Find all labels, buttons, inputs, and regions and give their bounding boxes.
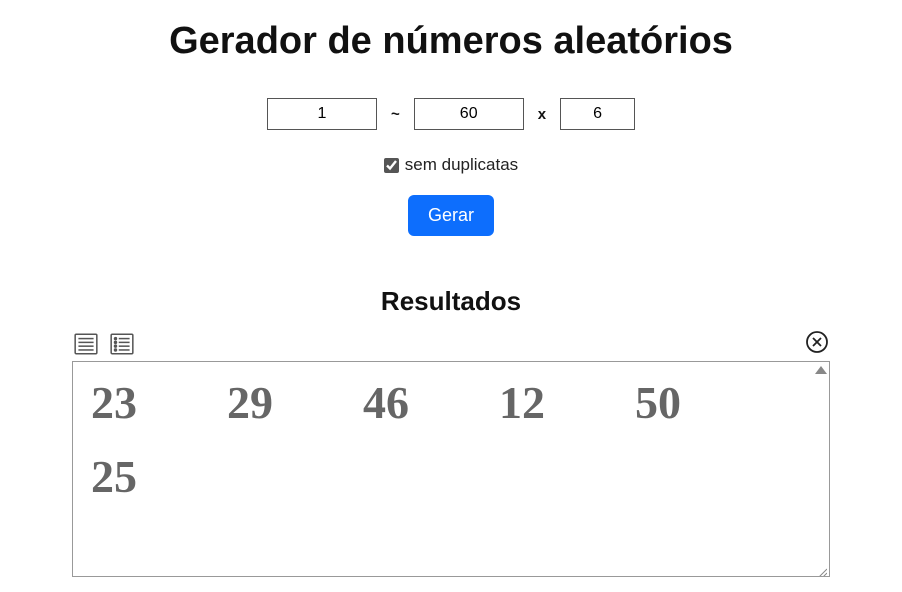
- numbers-grid: 23 29 46 12 50 25: [91, 380, 804, 500]
- close-icon[interactable]: [804, 329, 830, 355]
- result-number: 46: [363, 380, 409, 426]
- result-number: 23: [91, 380, 137, 426]
- range-separator: ~: [387, 106, 404, 123]
- result-number: 50: [635, 380, 681, 426]
- result-number: 29: [227, 380, 273, 426]
- result-number: 25: [91, 454, 137, 500]
- page-title: Gerador de números aleatórios: [10, 20, 892, 63]
- view-list-icon[interactable]: [108, 331, 136, 357]
- button-row: Gerar: [10, 195, 892, 236]
- results-toolbar: [10, 329, 892, 359]
- range-controls: ~ x: [10, 98, 892, 130]
- min-input[interactable]: [267, 98, 377, 130]
- generate-button[interactable]: Gerar: [408, 195, 494, 236]
- no-duplicates-row: sem duplicatas: [10, 155, 892, 175]
- count-separator: x: [534, 106, 550, 123]
- no-duplicates-checkbox[interactable]: [384, 158, 399, 173]
- scroll-up-icon[interactable]: [815, 366, 827, 374]
- results-box: 23 29 46 12 50 25: [72, 361, 830, 577]
- resize-handle-icon[interactable]: [817, 564, 827, 574]
- result-number: 12: [499, 380, 545, 426]
- no-duplicates-label: sem duplicatas: [405, 155, 518, 175]
- count-input[interactable]: [560, 98, 635, 130]
- view-text-icon[interactable]: [72, 331, 100, 357]
- app-container: Gerador de números aleatórios ~ x sem du…: [0, 0, 902, 577]
- results-heading: Resultados: [10, 286, 892, 317]
- max-input[interactable]: [414, 98, 524, 130]
